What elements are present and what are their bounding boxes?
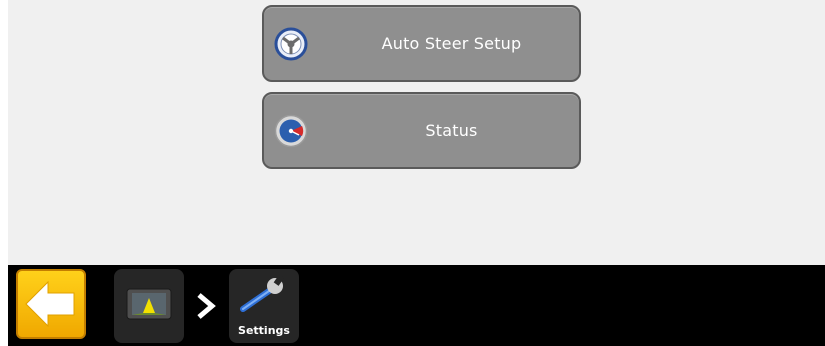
status-button[interactable]: Status — [262, 92, 581, 169]
chevron-right-icon — [197, 293, 216, 319]
arrow-left-icon — [25, 280, 75, 328]
back-button[interactable] — [16, 269, 86, 339]
steering-wheel-icon — [274, 27, 308, 60]
status-label: Status — [425, 121, 478, 140]
home-button[interactable] — [114, 269, 184, 343]
settings-breadcrumb[interactable]: Settings — [229, 269, 299, 343]
auto-steer-setup-label: Auto Steer Setup — [381, 34, 522, 53]
wrench-icon — [240, 274, 285, 312]
auto-steer-setup-button[interactable]: Auto Steer Setup — [262, 5, 581, 82]
screen: Auto Steer Setup Status Settings — [8, 0, 825, 346]
display-terminal-icon — [126, 288, 172, 320]
taskbar: Settings — [8, 265, 825, 346]
settings-label: Settings — [238, 324, 290, 337]
gauge-icon — [274, 114, 308, 147]
